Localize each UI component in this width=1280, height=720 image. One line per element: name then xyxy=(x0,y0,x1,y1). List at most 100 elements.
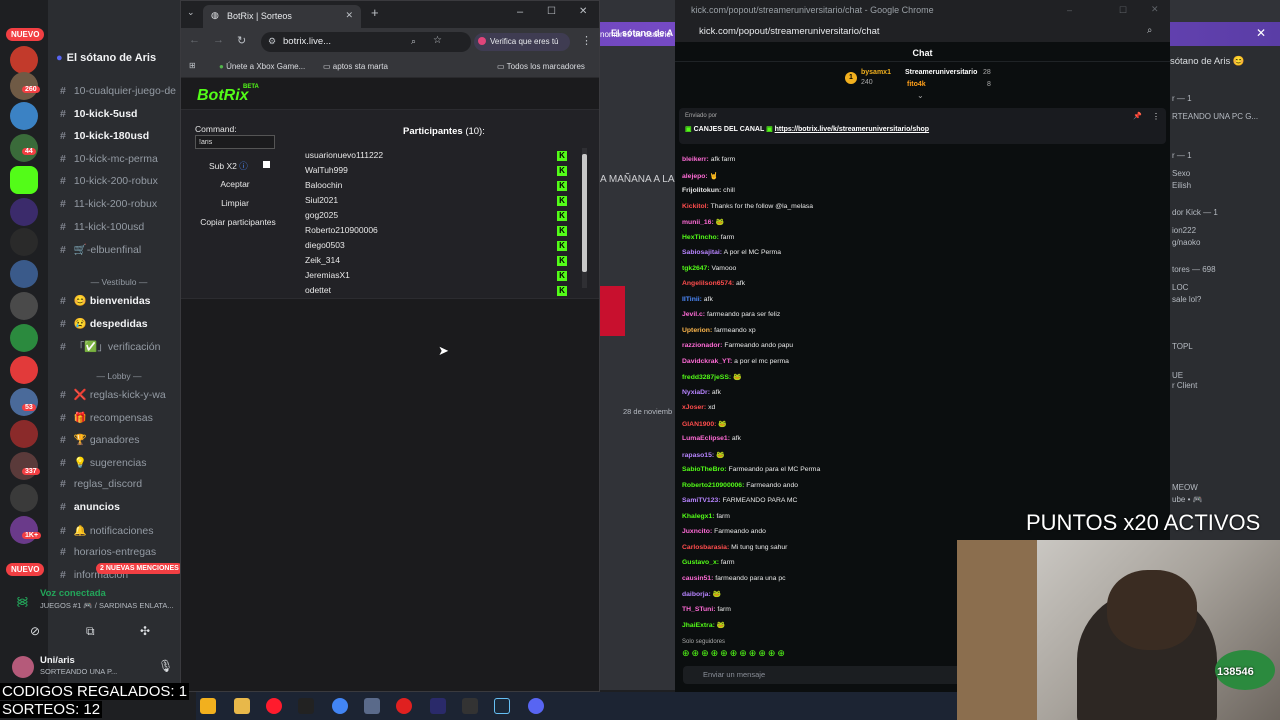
server-icon[interactable] xyxy=(10,356,38,384)
channel-item[interactable]: # horarios-entregas xyxy=(60,546,180,558)
search-icon[interactable]: ⌕ xyxy=(1147,25,1152,36)
server-icon[interactable] xyxy=(10,102,38,130)
mute-video-icon[interactable]: ⊘ xyxy=(30,624,40,638)
participant-row[interactable]: Roberto210900006 K xyxy=(305,225,573,240)
server-title[interactable]: ● El sótano de Aris xyxy=(56,52,180,72)
chat-username[interactable]: munii_16: xyxy=(682,219,714,226)
channel-item[interactable]: #10-cualquier-juego-de xyxy=(60,85,180,97)
copy-participants-button[interactable]: Copiar participantes xyxy=(193,217,283,227)
gifter-name[interactable]: fito4k xyxy=(907,81,926,88)
chat-username[interactable]: HexTincho: xyxy=(682,234,719,241)
microphone-icon[interactable]: 🎙 xyxy=(158,659,173,673)
discord-icon[interactable] xyxy=(528,698,544,714)
bookmark-xbox[interactable]: ● Únete a Xbox Game... xyxy=(219,62,305,71)
member-item[interactable]: tores — 698 xyxy=(1172,265,1216,274)
member-item[interactable]: ube • 🎮 xyxy=(1172,495,1203,504)
tab-list-icon[interactable]: ⌄ xyxy=(187,7,195,18)
channel-item[interactable]: #10-kick-mc-perma xyxy=(60,153,180,165)
channel-item[interactable]: # 🔔 notificaciones xyxy=(60,524,180,537)
member-item[interactable]: UE xyxy=(1172,371,1183,380)
server-icon[interactable] xyxy=(10,292,38,320)
chat-username[interactable]: Juxncito: xyxy=(682,528,712,535)
member-item[interactable]: ion222 xyxy=(1172,226,1196,235)
chat-username[interactable]: IITinii: xyxy=(682,296,702,303)
member-item[interactable]: r Client xyxy=(1172,381,1197,390)
chat-username[interactable]: razzionador: xyxy=(682,342,722,349)
channel-item[interactable]: # anuncios xyxy=(60,501,180,513)
channel-item[interactable]: # 💡 sugerencias xyxy=(60,456,180,469)
chat-username[interactable]: LumaEclipse1: xyxy=(682,435,730,442)
app-icon[interactable] xyxy=(430,698,446,714)
channel-item[interactable]: # 🛒-elbuenfinal xyxy=(60,243,180,256)
close-window-icon[interactable]: ✕ xyxy=(1151,4,1159,15)
new-tab-icon[interactable]: + xyxy=(371,5,379,20)
app-icon[interactable] xyxy=(298,698,314,714)
channel-item[interactable]: #10-kick-200-robux xyxy=(60,175,180,187)
chat-username[interactable]: SamiTV123: xyxy=(682,497,721,504)
accept-button[interactable]: Aceptar xyxy=(195,179,275,189)
channel-item[interactable]: # 「✅」verificación xyxy=(60,339,180,354)
member-item[interactable]: TOPL xyxy=(1172,342,1193,351)
chat-username[interactable]: Khalegx1: xyxy=(682,513,714,520)
server-icon[interactable] xyxy=(10,516,38,544)
chat-username[interactable]: Jevil.c: xyxy=(682,311,705,318)
server-icon[interactable] xyxy=(10,46,38,74)
channel-item[interactable]: # 😊 bienvenidas xyxy=(60,294,180,307)
chat-username[interactable]: Angelilson6574: xyxy=(682,280,734,287)
server-icon[interactable] xyxy=(10,198,38,226)
participant-row[interactable]: usuarionuevo111222 K xyxy=(305,150,573,165)
close-icon[interactable]: ✕ xyxy=(1256,26,1266,40)
server-icon[interactable] xyxy=(10,484,38,512)
server-icon[interactable] xyxy=(10,228,38,256)
participant-row[interactable]: odettet K xyxy=(305,285,573,300)
chat-username[interactable]: JhaiExtra: xyxy=(682,622,715,629)
server-icon[interactable] xyxy=(10,260,38,288)
member-item[interactable]: sale lol? xyxy=(1172,295,1201,304)
chat-username[interactable]: fredd3287jeSS: xyxy=(682,374,731,381)
participant-row[interactable]: Zeik_314 K xyxy=(305,255,573,270)
minimize-icon[interactable]: – xyxy=(517,6,523,18)
channel-item[interactable]: #11-kick-100usd xyxy=(60,221,180,233)
channel-item[interactable]: # ❌ reglas-kick-y-wa xyxy=(60,388,180,401)
member-item[interactable]: dor Kick — 1 xyxy=(1172,208,1218,217)
epic-games-icon[interactable] xyxy=(462,698,478,714)
all-bookmarks[interactable]: ▭ Todos los marcadores xyxy=(497,62,585,71)
obs-icon[interactable] xyxy=(396,698,412,714)
member-item[interactable]: r — 1 xyxy=(1172,94,1192,103)
menu-kebab-icon[interactable]: ⋮ xyxy=(581,34,592,47)
channel-item[interactable]: #11-kick-200-robux xyxy=(60,198,180,210)
member-item[interactable]: Eilish xyxy=(1172,181,1191,190)
chat-username[interactable]: Davidckrak_YT: xyxy=(682,358,732,365)
avatar[interactable] xyxy=(12,656,34,678)
member-item[interactable]: g/naoko xyxy=(1172,238,1200,247)
verify-pill[interactable]: Verifica que eres tú xyxy=(474,33,570,51)
channel-item[interactable]: # 😢 despedidas xyxy=(60,317,180,330)
url-bar[interactable]: kick.com/popout/streameruniversitario/ch… xyxy=(675,22,1170,42)
server-icon[interactable] xyxy=(10,452,38,480)
chat-username[interactable]: rapaso15: xyxy=(682,452,714,459)
chat-username[interactable]: NyxiaDr: xyxy=(682,389,710,396)
emote-bar[interactable]: ⊕⊕⊕⊕⊕⊕⊕⊕⊕⊕⊕ xyxy=(682,648,787,659)
sub-x2-checkbox[interactable] xyxy=(263,161,270,168)
back-icon[interactable]: ← xyxy=(189,34,200,46)
chevron-down-icon[interactable]: ⌄ xyxy=(917,91,924,100)
channel-item[interactable]: # reglas_discord xyxy=(60,478,180,490)
voice-channel[interactable]: JUEGOS #1 🎮 / SARDINAS ENLATA... xyxy=(40,601,180,610)
forward-icon[interactable]: → xyxy=(213,34,224,46)
command-input[interactable] xyxy=(195,135,275,149)
zoom-icon[interactable]: ⌕ xyxy=(411,36,416,47)
member-item[interactable]: r — 1 xyxy=(1172,151,1192,160)
chat-username[interactable]: Upterion: xyxy=(682,327,712,334)
tab-botrix[interactable]: ◍ BotRix | Sorteos ✕ xyxy=(203,5,361,28)
close-tab-icon[interactable]: ✕ xyxy=(345,10,353,21)
pinned-link[interactable]: https://botrix.live/k/streameruniversita… xyxy=(775,126,929,133)
opera-icon[interactable] xyxy=(266,698,282,714)
botrix-logo[interactable]: BotRix xyxy=(197,87,249,105)
participant-row[interactable]: diego0503 K xyxy=(305,240,573,255)
member-item[interactable]: MEOW xyxy=(1172,483,1198,492)
participant-row[interactable]: gog2025 K xyxy=(305,210,573,225)
chat-username[interactable]: alejepo: xyxy=(682,173,708,180)
clear-button[interactable]: Limpiar xyxy=(195,198,275,208)
maximize-icon[interactable]: ☐ xyxy=(547,6,556,17)
chat-username[interactable]: Carlosbarasia: xyxy=(682,544,729,551)
